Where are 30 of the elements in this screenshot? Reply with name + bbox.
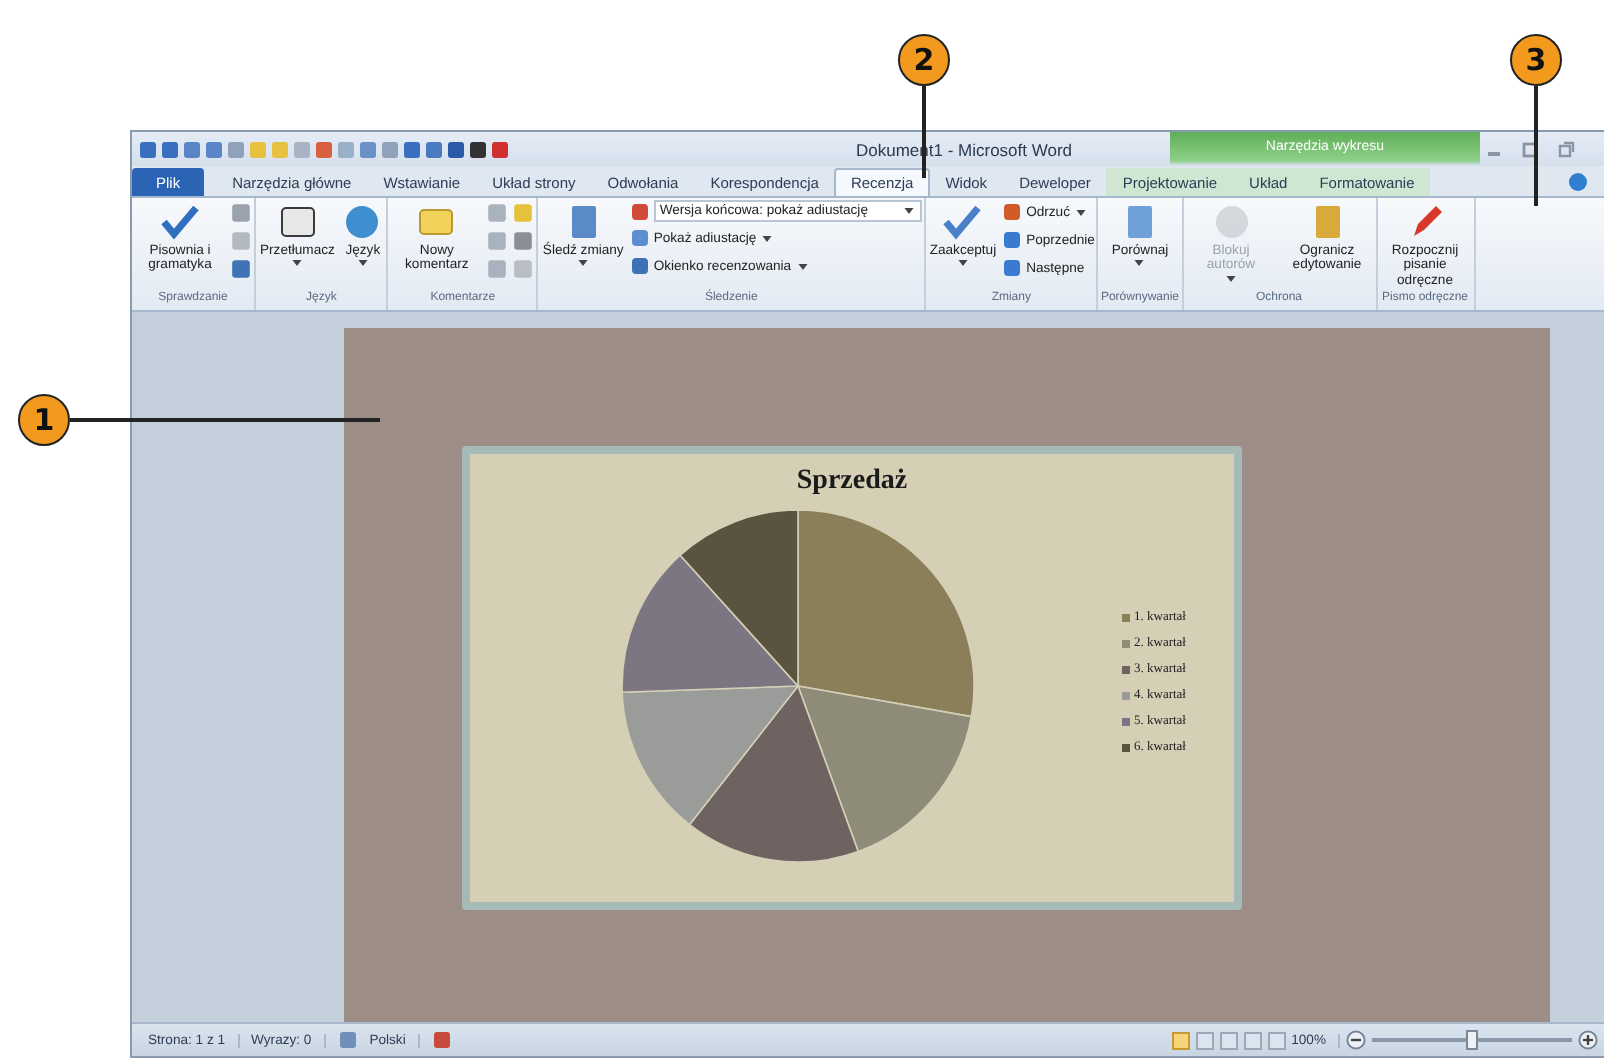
- callout-number: 1: [18, 394, 70, 446]
- leader-line: [922, 86, 925, 178]
- caret-icon: [1076, 209, 1086, 215]
- callout-number: 2: [898, 34, 950, 86]
- view-button[interactable]: [1243, 1031, 1262, 1049]
- caret-icon: [957, 260, 968, 267]
- leader-line: [1534, 86, 1537, 206]
- caret-icon: [797, 263, 808, 269]
- caret-icon: [292, 260, 303, 267]
- caret-icon: [903, 208, 914, 214]
- restore-icon[interactable]: [1556, 139, 1576, 159]
- zoom-out-icon[interactable]: [1346, 1030, 1366, 1050]
- view-button[interactable]: [1267, 1031, 1286, 1049]
- caret-icon: [1134, 260, 1145, 267]
- callout-number: 3: [1510, 34, 1562, 86]
- view-button[interactable]: [1195, 1031, 1214, 1049]
- help-icon[interactable]: [1568, 171, 1588, 191]
- view-button[interactable]: [1171, 1031, 1190, 1049]
- caret-icon: [357, 260, 368, 267]
- view-button[interactable]: [1219, 1031, 1238, 1049]
- caret-icon: [762, 235, 773, 241]
- chart-title: Sprzedaż: [796, 466, 908, 498]
- check-mark-icon: [942, 202, 983, 242]
- caret-icon: [578, 260, 589, 267]
- caret-icon: [1226, 275, 1236, 282]
- maximize-icon[interactable]: [1520, 139, 1540, 159]
- check-mark-icon: [160, 202, 200, 242]
- zoom-in-icon[interactable]: [1578, 1030, 1598, 1050]
- globe-icon: [342, 202, 383, 242]
- zoom-slider-thumb[interactable]: [1466, 1030, 1478, 1050]
